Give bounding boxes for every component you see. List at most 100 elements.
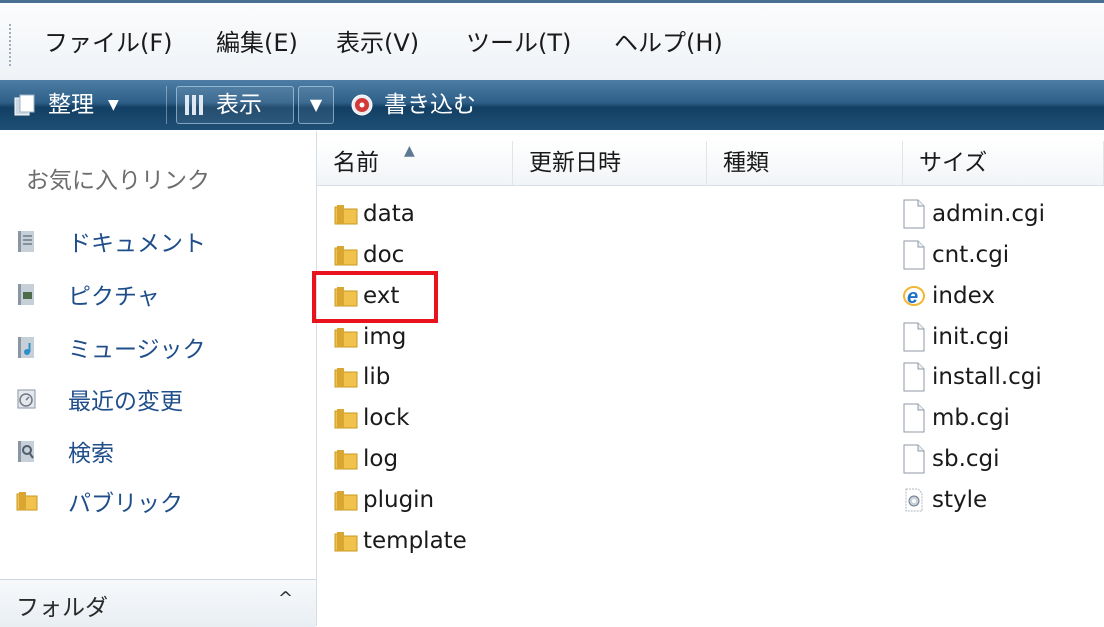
command-toolbar: 整理 ▼ 表示 ▼ 書き込む [0, 80, 1104, 130]
file-name: style [932, 487, 988, 513]
views-dropdown-button[interactable]: ▼ [298, 86, 334, 124]
file-name: install.cgi [932, 364, 1042, 390]
column-size-label: サイズ [919, 150, 988, 176]
organize-icon [14, 94, 35, 116]
file-row-install[interactable]: install.cgi [902, 357, 1042, 397]
folder-name: lock [363, 405, 410, 431]
file-icon [903, 403, 925, 433]
folder-name: log [363, 446, 399, 472]
file-row-style[interactable]: style [902, 480, 987, 520]
nav-item-label: ミュージック [68, 337, 206, 363]
folder-name: plugin [363, 487, 435, 513]
folder-name: lib [363, 364, 391, 390]
search-icon [18, 441, 34, 462]
menu-bar: ファイル(F) 編集(E) 表示(V) ツール(T) ヘルプ(H) [0, 0, 1104, 84]
views-icon [185, 95, 203, 115]
folder-row-data[interactable]: data [333, 194, 415, 234]
burn-button[interactable]: 書き込む [350, 86, 476, 124]
nav-item-recent-changes[interactable]: 最近の変更 [14, 379, 183, 419]
nav-item-documents[interactable]: ドキュメント [14, 221, 206, 261]
column-name-label: 名前 [333, 150, 379, 176]
toolbar-separator [166, 86, 167, 124]
sort-ascending-icon: ▲ [404, 143, 415, 159]
folder-row-plugin[interactable]: plugin [333, 480, 434, 520]
nav-item-label: パブリック [68, 491, 183, 517]
nav-item-label: ピクチャ [68, 284, 160, 310]
folder-row-log[interactable]: log [333, 439, 398, 479]
folder-icon [334, 532, 358, 552]
file-icon [903, 362, 925, 392]
organize-label: 整理 [48, 92, 94, 118]
folder-row-lock[interactable]: lock [333, 398, 409, 438]
folder-row-template[interactable]: template [333, 521, 467, 561]
stylesheet-icon [905, 488, 923, 512]
file-row-admin[interactable]: admin.cgi [902, 194, 1045, 234]
file-name: init.cgi [932, 324, 1010, 350]
folder-icon [334, 450, 358, 470]
organize-button[interactable]: 整理 ▼ [12, 86, 119, 124]
organize-dropdown-icon: ▼ [108, 97, 119, 113]
views-button[interactable]: 表示 [184, 86, 262, 124]
folder-name: template [363, 528, 467, 554]
menu-file[interactable]: ファイル(F) [38, 23, 179, 63]
recent-icon [17, 389, 36, 409]
documents-icon [18, 231, 34, 252]
column-type-label: 種類 [723, 150, 769, 176]
folder-row-doc[interactable]: doc [333, 235, 404, 275]
file-name: sb.cgi [932, 446, 1000, 472]
folder-name: doc [363, 242, 405, 268]
folder-icon [334, 409, 358, 429]
ie-html-icon: e [903, 286, 925, 308]
column-type[interactable]: 種類 [707, 141, 903, 185]
nav-item-label: ドキュメント [68, 231, 206, 257]
column-name[interactable]: ▲ 名前 [317, 141, 513, 185]
file-row-sb[interactable]: sb.cgi [902, 439, 1000, 479]
folder-icon [334, 246, 358, 266]
column-header-row: ▲ 名前 更新日時 種類 サイズ [317, 141, 1104, 186]
menu-view[interactable]: 表示(V) [330, 23, 425, 63]
column-modified[interactable]: 更新日時 [513, 141, 707, 185]
folders-label: フォルダ [16, 595, 108, 621]
music-icon [18, 337, 34, 358]
folder-icon [334, 328, 358, 348]
folder-icon [334, 205, 358, 225]
public-folder-icon [16, 492, 38, 511]
menu-help[interactable]: ヘルプ(H) [608, 23, 729, 63]
nav-item-search[interactable]: 検索 [14, 431, 114, 471]
nav-item-label: 最近の変更 [68, 389, 183, 415]
views-label: 表示 [216, 92, 262, 118]
folder-name: data [363, 201, 415, 227]
menu-tools[interactable]: ツール(T) [460, 23, 577, 63]
menu-edit[interactable]: 編集(E) [210, 23, 304, 63]
column-modified-label: 更新日時 [529, 150, 621, 176]
file-row-mb[interactable]: mb.cgi [902, 398, 1010, 438]
file-icon [903, 240, 925, 270]
folder-row-img[interactable]: img [333, 317, 406, 357]
nav-item-label: 検索 [68, 441, 114, 467]
file-icon [903, 199, 925, 229]
explorer-window: ファイル(F) 編集(E) 表示(V) ツール(T) ヘルプ(H) 整理 ▼ 表… [0, 0, 1104, 627]
file-name: admin.cgi [932, 201, 1046, 227]
file-row-cnt[interactable]: cnt.cgi [902, 235, 1009, 275]
navigation-pane: お気に入りリンク ドキュメント ピクチャ ミュージック 最近の変更 検索 パブリ… [0, 131, 317, 627]
menu-grip[interactable] [8, 23, 12, 67]
favorite-links-heading: お気に入りリンク [26, 168, 210, 194]
nav-item-pictures[interactable]: ピクチャ [14, 274, 160, 314]
folder-icon [334, 491, 358, 511]
file-name: index [932, 283, 995, 309]
column-size[interactable]: サイズ [903, 141, 1104, 185]
nav-item-public[interactable]: パブリック [14, 481, 183, 521]
chevron-up-icon: ^ [278, 588, 294, 609]
file-name: mb.cgi [932, 405, 1010, 431]
folder-icon [334, 368, 358, 388]
nav-item-music[interactable]: ミュージック [14, 327, 206, 367]
file-icon [903, 322, 925, 352]
file-name: cnt.cgi [932, 242, 1010, 268]
file-icon [903, 444, 925, 474]
burn-disc-icon [351, 94, 373, 116]
file-row-index[interactable]: e index [902, 276, 995, 316]
burn-label: 書き込む [384, 92, 476, 118]
folders-toggle[interactable]: フォルダ ^ [0, 579, 316, 627]
file-row-init[interactable]: init.cgi [902, 317, 1009, 357]
folder-row-lib[interactable]: lib [333, 357, 390, 397]
